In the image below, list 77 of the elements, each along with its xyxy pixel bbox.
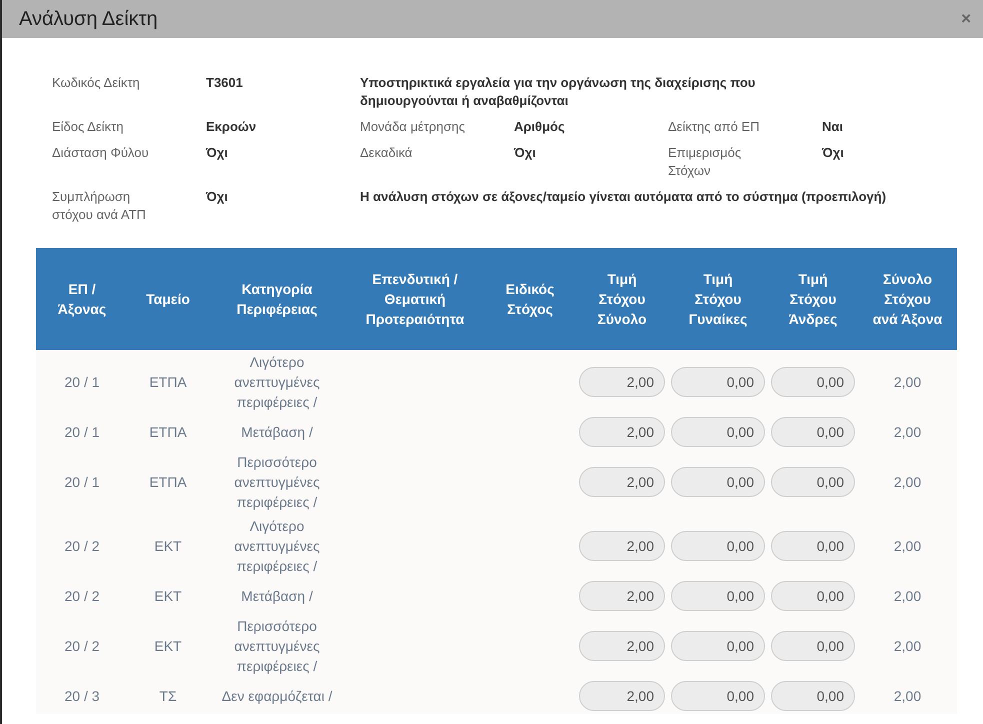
column-header: Τιμή Στόχου Γυναίκες xyxy=(668,248,768,350)
region-category-cell: Λιγότερο ανεπτυγμένες περιφέρειες / xyxy=(208,350,346,414)
women-target-field[interactable]: 0,00 xyxy=(671,631,765,661)
region-category-cell: Δεν εφαρμόζεται / xyxy=(208,678,346,714)
men-target-field[interactable]: 0,00 xyxy=(771,467,855,497)
total-target-field[interactable]: 2,00 xyxy=(579,631,665,661)
field-value: Όχι xyxy=(822,144,845,162)
field-label: Επιμερισμός Στόχων xyxy=(668,144,742,180)
total-target-field[interactable]: 2,00 xyxy=(579,367,665,397)
region-category-cell: Περισσότερο ανεπτυγμένες περιφέρειες / xyxy=(208,614,346,678)
men-target-field[interactable]: 0,00 xyxy=(771,531,855,561)
axis-cell: 20 / 2 xyxy=(36,514,128,578)
fund-cell: ΕΚΤ xyxy=(128,514,208,578)
region-category-cell: Μετάβαση / xyxy=(208,414,346,450)
men-target-field[interactable]: 0,00 xyxy=(771,417,855,447)
region-category-cell: Μετάβαση / xyxy=(208,578,346,614)
column-header: Τιμή Στόχου Άνδρες xyxy=(768,248,858,350)
men-target-field[interactable]: 0,00 xyxy=(771,631,855,661)
women-target-field[interactable]: 0,00 xyxy=(671,531,765,561)
total-target-field[interactable]: 2,00 xyxy=(579,581,665,611)
field-label: Συμπλήρωση στόχου ανά ΑΤΠ xyxy=(52,188,147,224)
axis-cell: 20 / 1 xyxy=(36,450,128,514)
fund-cell: ΤΣ xyxy=(128,678,208,714)
total-target-field[interactable]: 2,00 xyxy=(579,531,665,561)
field-value: Όχι xyxy=(514,144,537,162)
axis-total-cell: 2,00 xyxy=(858,578,957,614)
column-header: Σύνολο Στόχου ανά Άξονα xyxy=(858,248,957,350)
fund-cell: ΕΤΠΑ xyxy=(128,414,208,450)
axis-total-cell: 2,00 xyxy=(858,350,957,414)
total-target-field[interactable]: 2,00 xyxy=(579,681,665,711)
field-value: Αριθμός xyxy=(514,118,566,136)
women-target-field[interactable]: 0,00 xyxy=(671,417,765,447)
axis-total-cell: 2,00 xyxy=(858,414,957,450)
men-target-field[interactable]: 0,00 xyxy=(771,581,855,611)
field-value: T3601 xyxy=(206,74,244,92)
field-label: Είδος Δείκτη xyxy=(52,118,124,136)
column-header: ΕΠ / Άξονας xyxy=(36,248,128,350)
field-value: Όχι xyxy=(206,144,229,162)
total-target-field[interactable]: 2,00 xyxy=(579,417,665,447)
indicator-description: Υποστηρικτικά εργαλεία για την οργάνωση της διαχείρισης που δημιουργούνται ή αναβαθμίζονται xyxy=(360,74,756,110)
info-note: Η ανάλυση στόχων σε άξονες/ταμείο γίνεται αυτόματα από το σύστημα (προεπιλογή) xyxy=(360,188,888,206)
column-header: Ειδικός Στόχος xyxy=(484,248,576,350)
field-value: Όχι xyxy=(206,188,229,206)
region-category-cell: Περισσότερο ανεπτυγμένες περιφέρειες / xyxy=(208,450,346,514)
men-target-field[interactable]: 0,00 xyxy=(771,681,855,711)
fund-cell: ΕΤΠΑ xyxy=(128,350,208,414)
men-target-field[interactable]: 0,00 xyxy=(771,367,855,397)
column-header: Κατηγορία Περιφέρειας xyxy=(208,248,346,350)
column-header: Ταμείο xyxy=(128,248,208,350)
field-value: Εκροών xyxy=(206,118,258,136)
axis-cell: 20 / 1 xyxy=(36,350,128,414)
axis-total-cell: 2,00 xyxy=(858,450,957,514)
dialog-title: Ανάλυση Δείκτη xyxy=(19,8,158,30)
fund-cell: ΕΤΠΑ xyxy=(128,450,208,514)
women-target-field[interactable]: 0,00 xyxy=(671,467,765,497)
axis-total-cell: 2,00 xyxy=(858,678,957,714)
fund-cell: ΕΚΤ xyxy=(128,614,208,678)
fund-cell: ΕΚΤ xyxy=(128,578,208,614)
axis-cell: 20 / 3 xyxy=(36,678,128,714)
total-target-field[interactable]: 2,00 xyxy=(579,467,665,497)
column-header: Επενδυτική / Θεματική Προτεραιότητα xyxy=(346,248,484,350)
region-category-cell: Λιγότερο ανεπτυγμένες περιφέρειες / xyxy=(208,514,346,578)
field-label: Δείκτης από ΕΠ xyxy=(668,118,760,136)
field-label: Δεκαδικά xyxy=(360,144,414,162)
women-target-field[interactable]: 0,00 xyxy=(671,581,765,611)
axis-cell: 20 / 2 xyxy=(36,578,128,614)
column-header: Τιμή Στόχου Σύνολο xyxy=(576,248,668,350)
field-value: Ναι xyxy=(822,118,844,136)
axis-total-cell: 2,00 xyxy=(858,614,957,678)
axis-cell: 20 / 2 xyxy=(36,614,128,678)
field-label: Διάσταση Φύλου xyxy=(52,144,150,162)
women-target-field[interactable]: 0,00 xyxy=(671,367,765,397)
axis-total-cell: 2,00 xyxy=(858,514,957,578)
field-label: Μονάδα μέτρησης xyxy=(360,118,466,136)
women-target-field[interactable]: 0,00 xyxy=(671,681,765,711)
field-label: Κωδικός Δείκτη xyxy=(52,74,141,92)
axis-cell: 20 / 1 xyxy=(36,414,128,450)
